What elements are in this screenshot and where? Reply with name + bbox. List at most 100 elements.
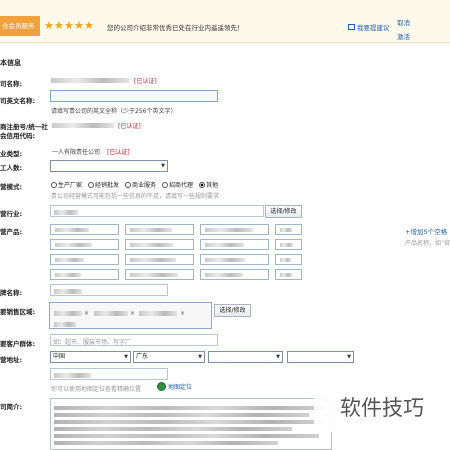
business-mode-hint: 贵公司经营模式可能包括一些信息的不足，请填写一些规则要求 (51, 193, 220, 200)
sales-area-tag (94, 311, 128, 316)
registration-label: 商注册号/统一社会信用代码: (0, 123, 48, 140)
product-value (130, 273, 178, 277)
enterprise-type-verified: [已认证] (107, 149, 130, 156)
industry-select-button[interactable]: 选择/修改 (265, 205, 302, 218)
member-service-tab[interactable]: 合会员服务 (0, 16, 40, 36)
radio-circle-icon[interactable] (51, 181, 57, 188)
sales-area-tag (139, 311, 177, 316)
product-example-hint: 产品名称，如“官 (405, 240, 450, 247)
feedback-icon (348, 24, 355, 30)
company-name-verified: [已认证] (134, 78, 157, 85)
top-message-bar: 合会员服务 ★ ★ ★ ★ ★ 您的公司介绍非常优秀已处在行业内遥遥领先！ 我要… (0, 0, 450, 43)
radio-manufacturer[interactable]: 生产厂家 (51, 180, 82, 189)
radio-wholesale[interactable]: 经销批发 (88, 180, 119, 189)
product-value (280, 228, 292, 232)
product-input[interactable] (50, 224, 119, 235)
brand-label: 牌名称: (0, 289, 23, 297)
map-location-label: 地图定位 (168, 384, 193, 391)
intro-text-line (54, 413, 309, 417)
enterprise-type-label: 业类型: (0, 150, 23, 158)
product-input[interactable] (50, 269, 119, 280)
radio-other[interactable]: 其他 (199, 180, 218, 189)
star-icon: ★ (84, 19, 94, 32)
cancel-link[interactable]: 取消 (397, 16, 410, 30)
company-intro-editor[interactable] (50, 398, 332, 450)
industry-input[interactable] (50, 205, 264, 217)
product-input[interactable] (125, 254, 194, 265)
sales-area-box[interactable]: × × × (49, 302, 212, 329)
product-value (55, 258, 84, 262)
product-input[interactable] (275, 239, 302, 250)
product-value (130, 258, 176, 262)
intro-text-line (54, 406, 326, 410)
product-input[interactable] (50, 239, 119, 250)
map-pin-icon (157, 382, 166, 391)
product-value (55, 228, 89, 232)
radio-circle-icon[interactable] (125, 181, 132, 188)
top-side-links: 取消 激活 (397, 16, 410, 44)
feedback-label: 我要提建议 (357, 24, 390, 32)
product-value (55, 273, 81, 277)
product-input[interactable] (275, 254, 302, 265)
radio-circle-icon[interactable] (162, 181, 169, 188)
product-value (130, 228, 172, 232)
customers-input[interactable]: 如：超市、服装市场、写字厂 (50, 334, 218, 346)
employees-select[interactable] (50, 160, 168, 172)
close-icon[interactable]: × (180, 311, 186, 317)
basic-info-title: 本信息 (0, 59, 21, 67)
product-input[interactable] (200, 239, 269, 250)
address-label: 营地址: (0, 356, 23, 364)
product-input[interactable] (275, 269, 302, 280)
activate-link[interactable]: 激活 (397, 30, 410, 44)
brand-value (54, 289, 82, 294)
star-icon: ★ (44, 19, 54, 32)
close-icon[interactable]: × (84, 311, 90, 317)
product-input[interactable] (50, 254, 119, 265)
product-input[interactable] (200, 224, 269, 235)
radio-agent[interactable]: 招商代理 (162, 180, 193, 189)
product-value (205, 258, 245, 262)
intro-text-line (54, 441, 278, 445)
close-icon[interactable]: × (130, 311, 136, 317)
star-icon: ★ (54, 19, 64, 32)
radio-circle-icon[interactable] (88, 181, 95, 188)
product-value (280, 243, 293, 247)
english-name-input[interactable] (50, 90, 218, 102)
brand-input[interactable] (50, 284, 168, 296)
province-select[interactable]: 广东 (133, 351, 205, 363)
sales-area-label: 要销售区域: (0, 308, 36, 316)
industry-value (54, 210, 78, 215)
product-input[interactable] (200, 269, 269, 280)
product-value (280, 273, 292, 277)
industry-label: 营行业: (0, 210, 23, 218)
intro-text-line (54, 434, 319, 438)
registration-verified: [已认证] (118, 123, 141, 130)
sales-area-tag (54, 311, 82, 316)
country-select[interactable]: 中国 (50, 351, 131, 363)
add-empty-fields-link[interactable]: +增加5个空格 (405, 226, 447, 236)
product-value (205, 243, 244, 247)
radio-service[interactable]: 商业服务 (125, 180, 156, 189)
products-label: 营产品: (0, 228, 23, 236)
english-name-label: 司英文名称: (0, 97, 36, 105)
map-hint: 你可以使用地图定位查看精确位置 (51, 386, 142, 393)
street-address-value (54, 373, 91, 378)
customers-placeholder: 如：超市、服装市场、写字厂 (53, 339, 132, 346)
watermark-text: 软件技巧 (314, 384, 450, 432)
city-select[interactable] (208, 351, 283, 363)
product-input[interactable] (275, 224, 302, 235)
feedback-link[interactable]: 我要提建议 (348, 22, 390, 32)
street-address-input[interactable] (50, 368, 168, 380)
product-input[interactable] (200, 254, 269, 265)
company-intro-message: 您的公司介绍非常优秀已处在行业内遥遥领先！ (107, 24, 244, 32)
product-input[interactable] (125, 269, 194, 280)
district-select[interactable] (287, 351, 354, 363)
radio-selected-icon[interactable] (199, 181, 206, 188)
sales-area-select-button[interactable]: 选择/修改 (214, 304, 251, 317)
product-input[interactable] (125, 239, 194, 250)
product-input[interactable] (125, 224, 194, 235)
product-value (130, 243, 173, 247)
product-value (280, 258, 291, 262)
map-location-button[interactable]: 地图定位 (157, 382, 192, 391)
company-name-label: 司名称: (0, 80, 23, 88)
